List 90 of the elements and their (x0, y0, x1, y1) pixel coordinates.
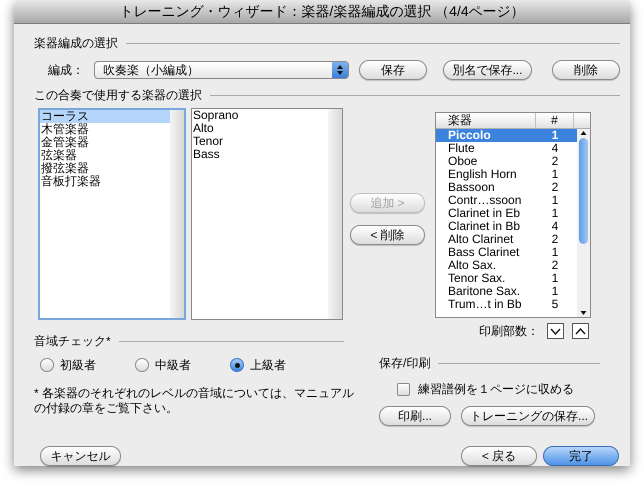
scrollbar[interactable] (170, 110, 184, 318)
count-cell-text: 1 (550, 272, 560, 285)
save-training-button[interactable]: トレーニングの保存... (461, 406, 595, 426)
count-cell-text: 5 (550, 298, 560, 311)
table-row[interactable]: English Horn 1 (436, 168, 577, 181)
ensemble-button[interactable]: 保存 (358, 60, 427, 80)
table-row[interactable]: Alto Clarinet 2 (436, 233, 577, 246)
instrument-name-cell-text: Tenor Sax. (447, 272, 506, 285)
instrument-name-cell-text: Contr…ssoon (447, 194, 522, 207)
count-cell-text: 4 (550, 142, 560, 155)
table-row[interactable]: Bass Clarinet 1 (436, 246, 577, 259)
instrument-list[interactable]: Soprano Alto Tenor Bass (191, 108, 343, 320)
fit-one-page-checkbox[interactable]: 練習譜例を１ページに収める (397, 380, 600, 398)
range-note: * 各楽器のそれぞれのレベルの音域については、マニュアルの付録の章をご覧下さい。 (34, 386, 356, 416)
scrollbar[interactable] (328, 109, 342, 319)
family-list-item[interactable]: 音板打楽器 (40, 175, 170, 188)
section-heading: この合奏で使用する楽器の選択 (34, 87, 202, 104)
instrument-name-cell-text: Bassoon (447, 181, 496, 194)
level-radio[interactable]: 上級者 (230, 356, 325, 374)
ensemble-button[interactable]: 別名で保存... (442, 60, 532, 80)
chevron-up-icon (575, 328, 586, 334)
chevron-down-icon (550, 328, 561, 334)
family-list-item[interactable]: 金管楽器 (40, 136, 170, 149)
instrument-list-item[interactable]: Alto (192, 122, 328, 135)
count-cell-text: 1 (550, 207, 560, 220)
table-row[interactable]: Contr…ssoon 1 (436, 194, 577, 207)
table-row[interactable]: Clarinet in Eb 1 (436, 207, 577, 220)
cancel-button[interactable]: キャンセル (40, 446, 121, 466)
count-cell-text: 2 (550, 181, 560, 194)
instrument-list-item[interactable]: Bass (192, 148, 328, 161)
print-copies-label: 印刷部数： (479, 323, 539, 340)
instrument-name-cell-text: Alto Clarinet (447, 233, 514, 246)
table-row[interactable]: Piccolo 1 (436, 129, 577, 142)
table-row[interactable]: Clarinet in Bb 4 (436, 220, 577, 233)
instrument-name-cell-text: Baritone Sax. (447, 285, 522, 298)
instrument-name-cell-text: English Horn (447, 168, 518, 181)
table-row[interactable]: Flute 4 (436, 142, 577, 155)
instrument-name-cell-text: Alto Sax. (447, 259, 498, 272)
print-button[interactable]: 印刷... (379, 406, 451, 426)
window-title: トレーニング・ウィザード：楽器/楽器編成の選択 （4/4ページ） (119, 2, 525, 21)
scroll-thumb[interactable] (579, 138, 588, 244)
table-row[interactable]: Tenor Sax. 1 (436, 272, 577, 285)
count-cell-text: 4 (550, 220, 560, 233)
instrument-name-cell-text: Trum…t in Bb (447, 298, 523, 311)
back-button[interactable]: < 戻る (461, 446, 537, 466)
increase-button[interactable] (572, 323, 589, 339)
column-header[interactable]: # (536, 113, 574, 128)
scroll-up-icon (580, 129, 587, 137)
table-row[interactable]: Oboe 2 (436, 155, 577, 168)
count-cell-text: 2 (550, 233, 560, 246)
family-list-item[interactable]: 撥弦楽器 (40, 162, 170, 175)
instrument-name-cell-text: Clarinet in Eb (447, 207, 522, 220)
table-row[interactable]: Trum…t in Bb 5 (436, 298, 577, 311)
count-cell-text: 1 (550, 285, 560, 298)
count-cell-text: 1 (550, 246, 560, 259)
family-list-item[interactable]: 弦楽器 (40, 149, 170, 162)
instrument-name-cell-text: Flute (447, 142, 476, 155)
section-heading: 保存/印刷 (379, 355, 430, 372)
instrument-name-cell-text: Bass Clarinet (447, 246, 520, 259)
table-row[interactable]: Bassoon 2 (436, 181, 577, 194)
section-heading: 楽器編成の選択 (34, 35, 118, 52)
count-cell-text: 1 (550, 194, 560, 207)
count-cell-text: 2 (550, 259, 560, 272)
family-list[interactable]: コーラス 木管楽器 金管楽器 弦楽器 撥弦楽器 音板打楽器 (38, 108, 186, 320)
family-list-item[interactable]: コーラス (40, 110, 170, 123)
instrument-name-cell-text: Clarinet in Bb (447, 220, 522, 233)
instrument-name-cell-text: Piccolo (447, 129, 492, 142)
decrease-button[interactable] (547, 323, 564, 339)
field-label: 編成： (48, 62, 85, 79)
remove-button[interactable]: < 削除 (350, 225, 425, 245)
instrument-list-item[interactable]: Soprano (192, 109, 328, 122)
table-row[interactable]: Alto Sax. 2 (436, 259, 577, 272)
instrument-list-item[interactable]: Tenor (192, 135, 328, 148)
level-radio[interactable]: 中級者 (135, 356, 230, 374)
column-header[interactable]: 楽器 (436, 113, 536, 128)
scroll-down-icon (580, 309, 587, 317)
dropdown-value: 吹奏楽（小編成） (102, 62, 200, 79)
stepper-arrows-icon (332, 62, 348, 78)
family-list-item[interactable]: 木管楽器 (40, 123, 170, 136)
level-radio[interactable]: 初級者 (40, 356, 135, 374)
count-cell-text: 1 (550, 129, 560, 142)
scrollbar[interactable] (577, 129, 590, 317)
count-cell-text: 2 (550, 155, 560, 168)
finish-button[interactable]: 完了 (543, 446, 619, 466)
instrument-name-cell-text: Oboe (447, 155, 478, 168)
section-heading: 音域チェック* (34, 333, 111, 350)
count-cell-text: 1 (550, 168, 560, 181)
table-row[interactable]: Baritone Sax. 1 (436, 285, 577, 298)
ensemble-button[interactable]: 削除 (552, 60, 620, 80)
ensemble-dropdown[interactable]: 吹奏楽（小編成） (94, 61, 349, 79)
